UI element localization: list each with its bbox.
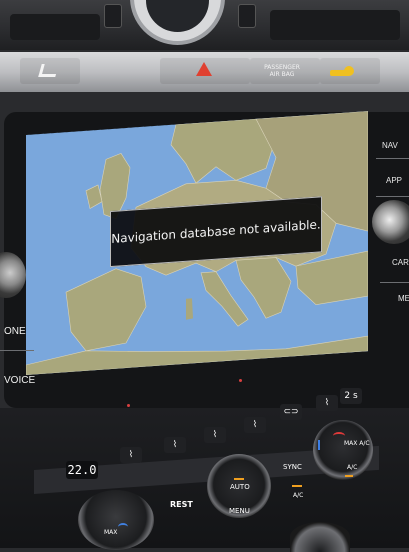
ac-button[interactable]: A/C: [293, 492, 303, 499]
indicator-led: [127, 404, 130, 407]
seat-vent-button[interactable]: ⌇: [164, 437, 186, 453]
auto-button[interactable]: AUTO: [230, 483, 250, 491]
two-s-label: 2 s: [344, 391, 358, 401]
right-temperature-knob[interactable]: [313, 420, 373, 480]
air-vent-left: [10, 14, 100, 40]
airbag-status-led: [344, 66, 354, 76]
nav-button[interactable]: NAV: [382, 141, 398, 150]
cool-indicator-icon: [318, 440, 326, 450]
seat-heat-icon: ⌇: [212, 430, 218, 440]
seat-vent-icon: ⌇: [172, 440, 178, 450]
fan-icon: [118, 523, 128, 531]
seat-heat-button-3[interactable]: ⌇: [244, 417, 266, 433]
vent-button-left[interactable]: [104, 4, 122, 28]
infotainment-screen[interactable]: Navigation database not available.: [26, 111, 368, 376]
climate-menu-button[interactable]: MENU: [229, 507, 250, 515]
menu-button[interactable]: MEN: [398, 294, 409, 303]
seat-heat-icon: ⌇: [252, 420, 258, 430]
left-temperature-knob[interactable]: [78, 490, 154, 550]
indicator-led: [239, 379, 242, 382]
seat-heat-button-2[interactable]: ⌇: [204, 427, 226, 443]
phone-button[interactable]: ONE: [4, 326, 26, 337]
divider: [380, 282, 409, 283]
max-ac-label: MAX A/C: [344, 440, 370, 447]
car-icon: ⊂⊃: [283, 407, 299, 417]
hazard-triangle-icon: [196, 62, 212, 76]
heat-indicator-icon: [333, 432, 345, 440]
seat-heat-icon: ⌇: [128, 450, 134, 460]
error-message: Navigation database not available.: [111, 217, 321, 247]
air-vent-right: [270, 10, 400, 40]
ac-status-led: [345, 475, 353, 477]
seat-heat-icon: ⌇: [324, 398, 330, 408]
tuning-knob[interactable]: [372, 200, 409, 244]
two-s-button[interactable]: 2 s: [340, 388, 362, 404]
app-button[interactable]: APP: [386, 176, 402, 185]
rest-button[interactable]: REST: [170, 500, 193, 509]
auto-indicator-led: [234, 478, 244, 480]
divider: [376, 196, 409, 197]
car-button[interactable]: CAR: [392, 258, 409, 267]
left-temperature-display: 22.0: [66, 461, 98, 479]
passenger-airbag-label: PASSENGER AIR BAG: [264, 64, 300, 78]
seat-icon: [38, 64, 59, 77]
vent-button-right[interactable]: [238, 4, 256, 28]
voice-button[interactable]: VOICE: [4, 375, 35, 386]
divider: [376, 158, 409, 159]
max-label: MAX: [104, 529, 118, 536]
divider: [0, 350, 34, 351]
sync-button[interactable]: SYNC: [283, 463, 302, 471]
seat-heat-button[interactable]: ⌇: [120, 447, 142, 463]
ac-indicator-led: [292, 485, 302, 487]
ac-label: A/C: [347, 464, 358, 471]
recirculation-button[interactable]: ⊂⊃: [280, 404, 302, 420]
seat-heat-button-4[interactable]: ⌇: [316, 395, 338, 411]
